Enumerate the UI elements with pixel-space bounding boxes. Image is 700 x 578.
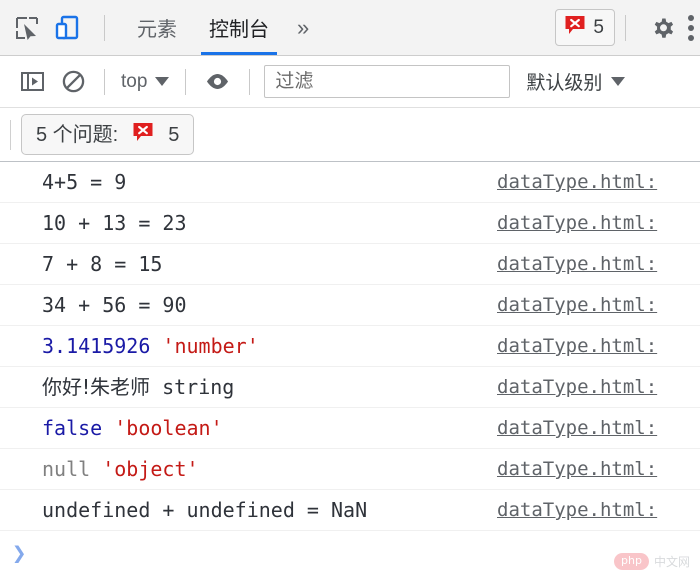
error-bubble-icon (132, 121, 154, 148)
log-level-select[interactable]: 默认级别 (526, 68, 626, 95)
console-source-link[interactable]: dataType.html: (497, 458, 657, 480)
issues-label: 5 个问题: (36, 123, 119, 146)
issues-chip[interactable]: 5 个问题: 5 (21, 114, 195, 155)
console-log-row[interactable]: null 'object' dataType.html: (0, 449, 700, 490)
filter-input-wrapper[interactable] (264, 65, 511, 98)
devtools-tabs: 元素 控制台 » (121, 0, 321, 55)
devtools-window: 元素 控制台 » 5 top 过滤 默认级别 5 个问题: 5 4+5 = 9 … (0, 0, 700, 578)
console-token: 4+5 = 9 (42, 170, 127, 194)
console-log-message: 7 + 8 = 15 (42, 254, 162, 274)
chevron-down-icon (611, 77, 626, 86)
clear-console-icon[interactable] (53, 69, 94, 94)
console-log-area[interactable]: 4+5 = 9 dataType.html: 10 + 13 = 23 dataTyp… (0, 162, 700, 578)
console-source-link[interactable]: dataType.html: (497, 171, 657, 193)
console-token: 'boolean' (114, 416, 223, 440)
console-prompt-input[interactable] (26, 531, 700, 575)
devtools-tabbar: 元素 控制台 » 5 (0, 0, 700, 56)
console-source-link[interactable]: dataType.html: (497, 335, 657, 357)
console-log-row[interactable]: 10 + 13 = 23 dataType.html: (0, 203, 700, 244)
console-toolbar: top 默认级别 (0, 56, 700, 108)
console-token (102, 416, 114, 440)
console-token: 10 + 13 = 23 (42, 211, 187, 235)
chevron-down-icon (155, 77, 170, 86)
console-source-link[interactable]: dataType.html: (497, 294, 657, 316)
issues-bar: 5 个问题: 5 (0, 108, 700, 162)
issues-count: 5 (168, 123, 180, 146)
tabbar-divider (104, 14, 105, 41)
console-source-link[interactable]: dataType.html: (497, 376, 657, 398)
tab-elements[interactable]: 元素 (121, 0, 193, 55)
gear-icon[interactable] (650, 15, 676, 41)
console-toolbar-divider-2 (185, 68, 187, 95)
live-expression-icon[interactable] (196, 69, 239, 94)
console-token: null (42, 457, 91, 481)
console-source-link[interactable]: dataType.html: (497, 499, 657, 521)
console-toolbar-divider-1 (104, 68, 105, 95)
console-token: 3.1415926 (42, 334, 151, 358)
tab-elements-label: 元素 (137, 19, 177, 41)
console-log-row[interactable]: false 'boolean' dataType.html: (0, 408, 700, 449)
console-log-message: 4+5 = 9 (42, 172, 126, 192)
console-log-message: 3.1415926 'number' (42, 336, 259, 356)
tab-console-label: 控制台 (209, 19, 269, 41)
console-token (150, 334, 162, 358)
console-source-link[interactable]: dataType.html: (497, 417, 657, 439)
device-toolbar-icon[interactable] (54, 15, 80, 41)
error-count-label: 5 (593, 17, 604, 38)
console-log-message: 10 + 13 = 23 (42, 213, 187, 233)
tabbar-right-divider (625, 14, 626, 41)
issues-bar-divider (10, 119, 11, 150)
error-count-badge[interactable]: 5 (555, 9, 615, 46)
kebab-menu-icon[interactable] (688, 14, 698, 41)
log-level-label: 默认级别 (526, 73, 603, 94)
console-sidebar-icon[interactable] (12, 69, 53, 94)
console-token (90, 457, 102, 481)
console-log-message: 34 + 56 = 90 (42, 295, 187, 315)
tab-console[interactable]: 控制台 (193, 0, 285, 55)
console-token: 'object' (102, 457, 199, 481)
console-source-link[interactable]: dataType.html: (497, 212, 657, 234)
execution-context-label: top (121, 70, 148, 92)
console-source-link[interactable]: dataType.html: (497, 253, 657, 275)
console-token: false (42, 416, 103, 440)
console-log-row[interactable]: undefined + undefined = NaN dataType.html… (0, 490, 700, 531)
console-token: 34 + 56 = 90 (42, 293, 187, 317)
console-token: 7 + 8 = 15 (42, 252, 163, 276)
error-bubble-icon (564, 14, 586, 41)
console-log-row[interactable]: 3.1415926 'number' dataType.html: (0, 326, 700, 367)
prompt-chevron-icon: ❯ (12, 539, 27, 567)
console-log-row[interactable]: 34 + 56 = 90 dataType.html: (0, 285, 700, 326)
inspect-element-icon[interactable] (14, 15, 40, 41)
console-token: string (150, 375, 235, 399)
console-toolbar-divider-3 (249, 68, 251, 95)
console-log-message: false 'boolean' (42, 418, 223, 438)
more-tabs-button[interactable]: » (285, 0, 321, 55)
console-log-row[interactable]: 你好!朱老师 string dataType.html: (0, 367, 700, 408)
console-token: undefined + undefined = NaN (42, 498, 368, 522)
console-log-message: null 'object' (42, 459, 199, 479)
console-log-message: undefined + undefined = NaN (42, 500, 367, 520)
tabbar-right-tools: 5 (555, 0, 700, 55)
console-log-message: 你好!朱老师 string (42, 377, 234, 397)
console-token: 'number' (162, 334, 259, 358)
console-log-row[interactable]: 7 + 8 = 15 dataType.html: (0, 244, 700, 285)
console-log-row[interactable]: 4+5 = 9 dataType.html: (0, 162, 700, 203)
tabbar-left-tools (0, 0, 115, 55)
execution-context-select[interactable]: top (115, 71, 175, 93)
console-prompt-row[interactable]: ❯ (0, 531, 700, 575)
filter-input[interactable] (273, 69, 502, 94)
more-tabs-label: » (297, 14, 310, 40)
console-token: 你好!朱老师 (42, 375, 151, 399)
